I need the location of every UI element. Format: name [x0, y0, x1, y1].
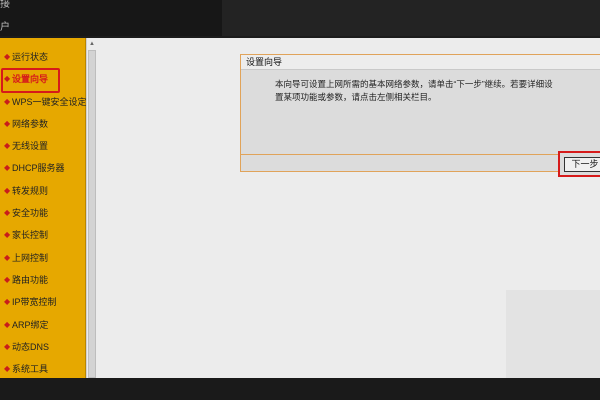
top-bar: 接 户 [0, 0, 600, 36]
sidebar-item-routing[interactable]: ◆ 路由功能 [0, 269, 85, 291]
sidebar-item-forwarding[interactable]: ◆ 转发规则 [0, 180, 85, 202]
description-line: 本向导可设置上网所需的基本网络参数，请单击“下一步”继续。若要详细设 [275, 79, 553, 89]
main-content: 设置向导 本向导可设置上网所需的基本网络参数，请单击“下一步”继续。若要详细设 … [96, 38, 600, 378]
sidebar-item-label: 设置向导 [12, 74, 49, 85]
sidebar-item-label: 无线设置 [12, 141, 49, 152]
sidebar-item-label: 路由功能 [12, 274, 49, 285]
sidebar-item-label: ARP绑定 [12, 319, 49, 330]
sidebar-menu: ◆ 运行状态 ◆ 设置向导 ◆ WPS一键安全设定 ◆ 网络参数 ◆ 无线设置 ◆ DHCP… [0, 38, 87, 378]
sidebar-item-label: IP带宽控制 [12, 297, 57, 308]
bullet-icon: ◆ [4, 341, 11, 351]
next-button-highlight: 下一步 [558, 151, 600, 177]
next-button[interactable]: 下一步 [564, 157, 600, 172]
sidebar-item-setup-wizard[interactable]: ◆ 设置向导 [0, 68, 85, 94]
sidebar-item-dhcp[interactable]: ◆ DHCP服务器 [0, 157, 85, 179]
bullet-icon: ◆ [4, 297, 11, 307]
bullet-icon: ◆ [4, 96, 11, 106]
panel-title: 设置向导 [241, 55, 600, 70]
bullet-icon: ◆ [4, 141, 11, 151]
sidebar-item-access-control[interactable]: ◆ 上网控制 [0, 247, 85, 269]
sidebar-item-arp[interactable]: ◆ ARP绑定 [0, 314, 85, 336]
sidebar-item-label: 转发规则 [12, 185, 49, 196]
panel-description: 本向导可设置上网所需的基本网络参数，请单击“下一步”继续。若要详细设 置某项功能… [275, 78, 595, 104]
bullet-icon: ◆ [4, 208, 11, 218]
sidebar-item-wireless[interactable]: ◆ 无线设置 [0, 135, 85, 157]
sidebar-item-bandwidth[interactable]: ◆ IP带宽控制 [0, 291, 85, 313]
scrollbar-thumb[interactable] [88, 50, 96, 378]
bullet-icon: ◆ [4, 185, 11, 195]
bullet-icon: ◆ [4, 252, 11, 262]
scroll-up-icon[interactable]: ▲ [89, 41, 95, 47]
top-bar-text: 接 [0, 0, 10, 10]
sidebar-item-label: 动态DNS [12, 341, 50, 352]
sidebar-item-label: 家长控制 [12, 230, 49, 241]
sidebar-item-status[interactable]: ◆ 运行状态 [0, 46, 85, 68]
sidebar-scrollbar[interactable]: ▲ [86, 38, 96, 378]
bullet-icon: ◆ [4, 274, 11, 284]
panel-divider [241, 154, 600, 155]
bottom-bar [0, 378, 600, 400]
background-block [506, 290, 600, 378]
bullet-icon: ◆ [4, 74, 11, 84]
sidebar-item-network[interactable]: ◆ 网络参数 [0, 113, 85, 135]
bullet-icon: ◆ [4, 163, 11, 173]
sidebar-item-ddns[interactable]: ◆ 动态DNS [0, 336, 85, 358]
bullet-icon: ◆ [4, 319, 11, 329]
sidebar-item-label: WPS一键安全设定 [12, 96, 87, 107]
bullet-icon: ◆ [4, 230, 11, 240]
sidebar-item-wps[interactable]: ◆ WPS一键安全设定 [0, 91, 87, 113]
sidebar-item-label: 网络参数 [12, 118, 49, 129]
sidebar-item-label: 系统工具 [12, 364, 49, 375]
sidebar-item-label: 安全功能 [12, 208, 49, 219]
sidebar-item-label: 运行状态 [12, 52, 49, 62]
description-line: 置某项功能或参数，请点击左侧相关栏目。 [275, 92, 437, 102]
sidebar-item-security[interactable]: ◆ 安全功能 [0, 202, 85, 224]
sidebar-item-parental-control[interactable]: ◆ 家长控制 [0, 224, 85, 246]
sidebar-item-label: 上网控制 [12, 252, 49, 263]
bullet-icon: ◆ [4, 52, 11, 61]
wizard-panel: 设置向导 本向导可设置上网所需的基本网络参数，请单击“下一步”继续。若要详细设 … [240, 54, 600, 172]
sidebar-item-label: DHCP服务器 [12, 163, 65, 174]
top-bar-text: 户 [0, 22, 10, 33]
bullet-icon: ◆ [4, 118, 11, 128]
top-bar-block [222, 0, 600, 36]
bullet-icon: ◆ [4, 364, 11, 374]
